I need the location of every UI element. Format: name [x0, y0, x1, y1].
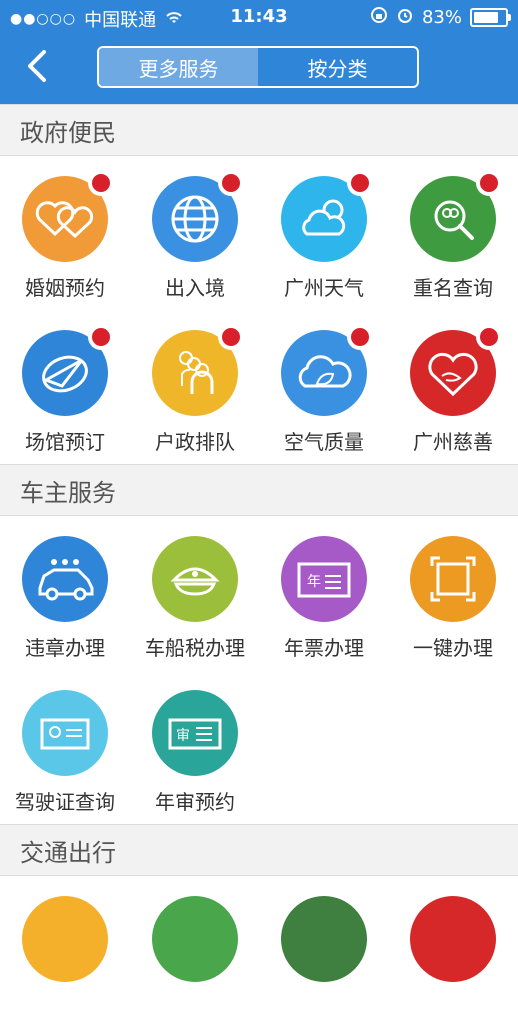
stadium-icon	[22, 324, 114, 416]
transport-icon-2	[152, 896, 238, 982]
service-tile-transport-2[interactable]	[130, 876, 260, 1030]
license-card-icon	[22, 690, 108, 776]
chevron-left-icon	[28, 50, 46, 82]
weather-icon	[281, 170, 373, 262]
hot-badge	[218, 324, 244, 350]
hot-badge	[347, 170, 373, 196]
transport-icon-3	[281, 896, 367, 982]
service-tile-marriage[interactable]: 婚姻预约	[0, 156, 130, 310]
service-tile-annual-ticket[interactable]: 年 年票办理	[259, 516, 389, 670]
service-tile-transport-3[interactable]	[259, 876, 389, 1030]
tile-label: 驾驶证查询	[15, 790, 115, 814]
service-tile-violation[interactable]: 违章办理	[0, 516, 130, 670]
hot-badge	[88, 324, 114, 350]
orientation-lock-icon	[370, 6, 388, 29]
service-tile-charity[interactable]: 广州慈善	[388, 310, 518, 464]
queue-icon	[152, 324, 244, 416]
battery-percent: 83%	[421, 7, 462, 28]
section-title-transport: 交通出行	[0, 824, 518, 876]
tile-label: 广州天气	[284, 276, 364, 300]
hot-badge	[218, 170, 244, 196]
status-bar: ●●○○○ 中国联通 11:43 83%	[0, 0, 518, 34]
hot-badge	[476, 170, 502, 196]
transport-icon-4	[410, 896, 496, 982]
service-tile-transport-1[interactable]	[0, 876, 130, 1030]
service-tile-vehicle-tax[interactable]: 车船税办理	[130, 516, 260, 670]
service-tile-weather[interactable]: 广州天气	[259, 156, 389, 310]
tile-label: 出入境	[165, 276, 225, 300]
service-tile-venue-booking[interactable]: 场馆预订	[0, 310, 130, 464]
tile-label: 广州慈善	[413, 430, 493, 454]
service-tile-transport-4[interactable]	[388, 876, 518, 1030]
frame-icon	[410, 536, 496, 622]
annual-ticket-icon: 年	[281, 536, 367, 622]
service-tile-household-queue[interactable]: 户政排队	[130, 310, 260, 464]
tile-label: 违章办理	[25, 636, 105, 660]
police-cap-icon	[152, 536, 238, 622]
people-search-icon	[410, 170, 502, 262]
section-title-car-owner: 车主服务	[0, 464, 518, 516]
service-tile-one-click[interactable]: 一键办理	[388, 516, 518, 670]
tile-label: 一键办理	[413, 636, 493, 660]
tile-label: 空气质量	[284, 430, 364, 454]
svg-text:年: 年	[307, 574, 321, 590]
cloud-leaf-icon	[281, 324, 373, 416]
hot-badge	[347, 324, 373, 350]
service-tile-name-check[interactable]: 重名查询	[388, 156, 518, 310]
hot-badge	[88, 170, 114, 196]
segmented-control: 更多服务 按分类	[97, 46, 419, 88]
service-tile-inspection-booking[interactable]: 审 年审预约	[130, 670, 260, 824]
car-icon	[22, 536, 108, 622]
tile-label: 车船税办理	[145, 636, 245, 660]
back-button[interactable]	[18, 46, 58, 86]
service-tile-license-query[interactable]: 驾驶证查询	[0, 670, 130, 824]
alarm-icon	[396, 6, 414, 29]
hearts-icon	[22, 170, 114, 262]
service-tile-air-quality[interactable]: 空气质量	[259, 310, 389, 464]
battery-icon	[470, 8, 511, 27]
globe-icon	[152, 170, 244, 262]
heart-hand-icon	[410, 324, 502, 416]
header-bar: ●●○○○ 中国联通 11:43 83% 更多服务 按分类	[0, 0, 518, 104]
tab-by-category[interactable]: 按分类	[258, 48, 417, 86]
inspection-card-icon: 审	[152, 690, 238, 776]
hot-badge	[476, 324, 502, 350]
tile-label: 年审预约	[155, 790, 235, 814]
tab-more-services[interactable]: 更多服务	[99, 48, 258, 86]
tile-label: 户政排队	[155, 430, 235, 454]
transport-icon-1	[22, 896, 108, 982]
section-title-government: 政府便民	[0, 104, 518, 156]
tile-label: 场馆预订	[25, 430, 105, 454]
tile-label: 重名查询	[413, 276, 493, 300]
status-right: 83%	[370, 6, 511, 29]
service-tile-immigration[interactable]: 出入境	[130, 156, 260, 310]
tile-label: 婚姻预约	[25, 276, 105, 300]
tile-label: 年票办理	[284, 636, 364, 660]
svg-text:审: 审	[176, 728, 190, 744]
